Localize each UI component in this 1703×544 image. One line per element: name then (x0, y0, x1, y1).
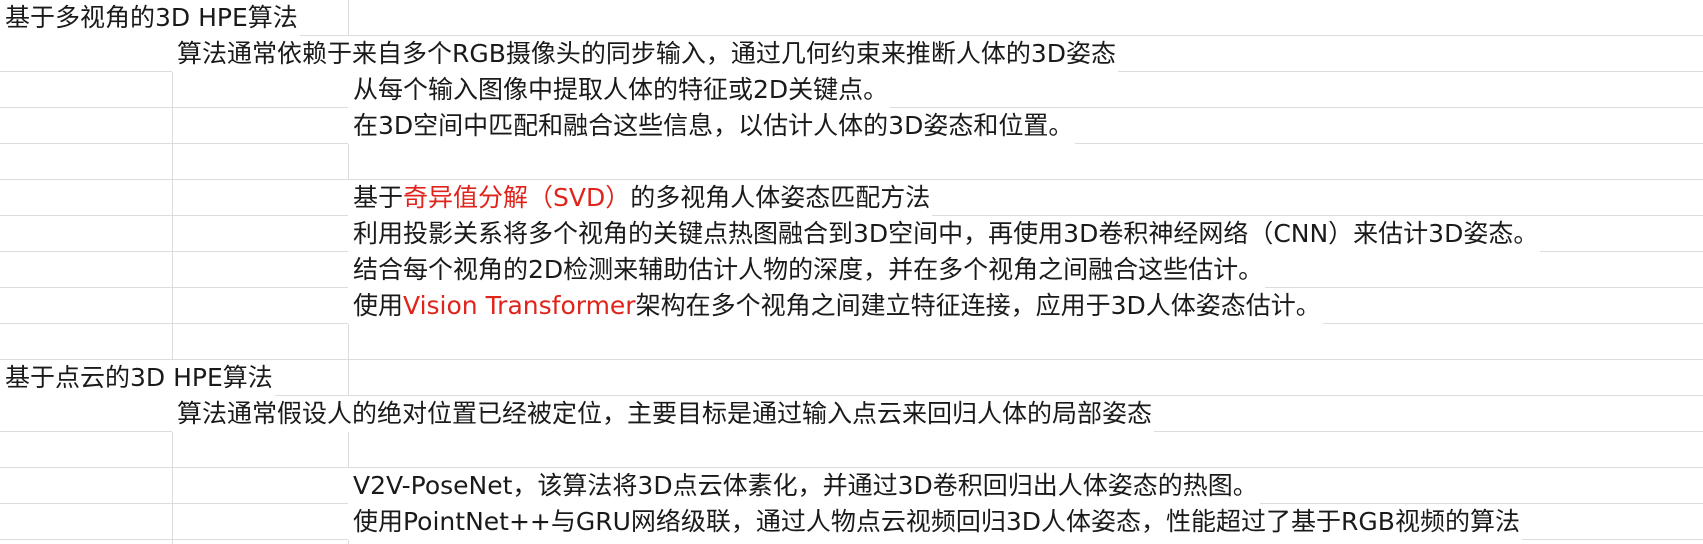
heading-pointcloud-cell[interactable]: 基于点云的3D HPE算法 (0, 360, 275, 396)
sheet-row-12: 算法通常假设人的绝对位置已经被定位，主要目标是通过输入点云来回归人体的局部姿态 (0, 396, 1703, 432)
pointcloud-summary-cell[interactable]: 算法通常假设人的绝对位置已经被定位，主要目标是通过输入点云来回归人体的局部姿态 (172, 396, 1155, 432)
sheet-row-6: 基于奇异值分解（SVD）的多视角人体姿态匹配方法 (0, 180, 1703, 216)
transformer-method-prefix: 使用 (353, 291, 404, 320)
sheet-row-10-empty (0, 324, 1703, 360)
sheet-row-5-empty (0, 144, 1703, 180)
transformer-method-highlight: Vision Transformer (403, 291, 636, 320)
transformer-method-suffix: 架构在多个视角之间建立特征连接，应用于3D人体姿态估计。 (635, 291, 1321, 320)
svd-method-cell[interactable]: 基于奇异值分解（SVD）的多视角人体姿态匹配方法 (348, 180, 933, 216)
svd-method-highlight: 奇异值分解（SVD） (403, 183, 631, 212)
multiview-step-1-cell[interactable]: 从每个输入图像中提取人体的特征或2D关键点。 (348, 72, 891, 108)
sheet-row-2: 算法通常依赖于来自多个RGB摄像头的同步输入，通过几何约束来推断人体的3D姿态 (0, 36, 1703, 72)
sheet-row-8: 结合每个视角的2D检测来辅助估计人物的深度，并在多个视角之间融合这些估计。 (0, 252, 1703, 288)
v2v-posenet-cell[interactable]: V2V-PoseNet，该算法将3D点云体素化，并通过3D卷积回归出人体姿态的热… (348, 468, 1260, 504)
cnn-method-cell[interactable]: 利用投影关系将多个视角的关键点热图融合到3D空间中，再使用3D卷积神经网络（CN… (348, 216, 1541, 252)
svd-method-suffix: 的多视角人体姿态匹配方法 (630, 183, 931, 212)
sheet-row-15: 使用PointNet++与GRU网络级联，通过人物点云视频回归3D人体姿态，性能… (0, 504, 1703, 540)
sheet-row-9: 使用Vision Transformer架构在多个视角之间建立特征连接，应用于3… (0, 288, 1703, 324)
depth-method-cell[interactable]: 结合每个视角的2D检测来辅助估计人物的深度，并在多个视角之间融合这些估计。 (348, 252, 1266, 288)
pointnet-gru-cell[interactable]: 使用PointNet++与GRU网络级联，通过人物点云视频回归3D人体姿态，性能… (348, 504, 1522, 540)
multiview-summary-cell[interactable]: 算法通常依赖于来自多个RGB摄像头的同步输入，通过几何约束来推断人体的3D姿态 (172, 36, 1119, 72)
sheet-row-14: V2V-PoseNet，该算法将3D点云体素化，并通过3D卷积回归出人体姿态的热… (0, 468, 1703, 504)
sheet-row-11: 基于点云的3D HPE算法 (0, 360, 1703, 396)
sheet-row-3: 从每个输入图像中提取人体的特征或2D关键点。 (0, 72, 1703, 108)
sheet-row-13-empty (0, 432, 1703, 468)
sheet-row-4: 在3D空间中匹配和融合这些信息，以估计人体的3D姿态和位置。 (0, 108, 1703, 144)
spreadsheet-grid[interactable]: 基于多视角的3D HPE算法 算法通常依赖于来自多个RGB摄像头的同步输入，通过… (0, 0, 1703, 544)
sheet-row-1: 基于多视角的3D HPE算法 (0, 0, 1703, 36)
svd-method-prefix: 基于 (353, 183, 404, 212)
transformer-method-cell[interactable]: 使用Vision Transformer架构在多个视角之间建立特征连接，应用于3… (348, 288, 1323, 324)
multiview-step-2-cell[interactable]: 在3D空间中匹配和融合这些信息，以估计人体的3D姿态和位置。 (348, 108, 1076, 144)
sheet-row-7: 利用投影关系将多个视角的关键点热图融合到3D空间中，再使用3D卷积神经网络（CN… (0, 216, 1703, 252)
heading-multiview-cell[interactable]: 基于多视角的3D HPE算法 (0, 0, 300, 36)
